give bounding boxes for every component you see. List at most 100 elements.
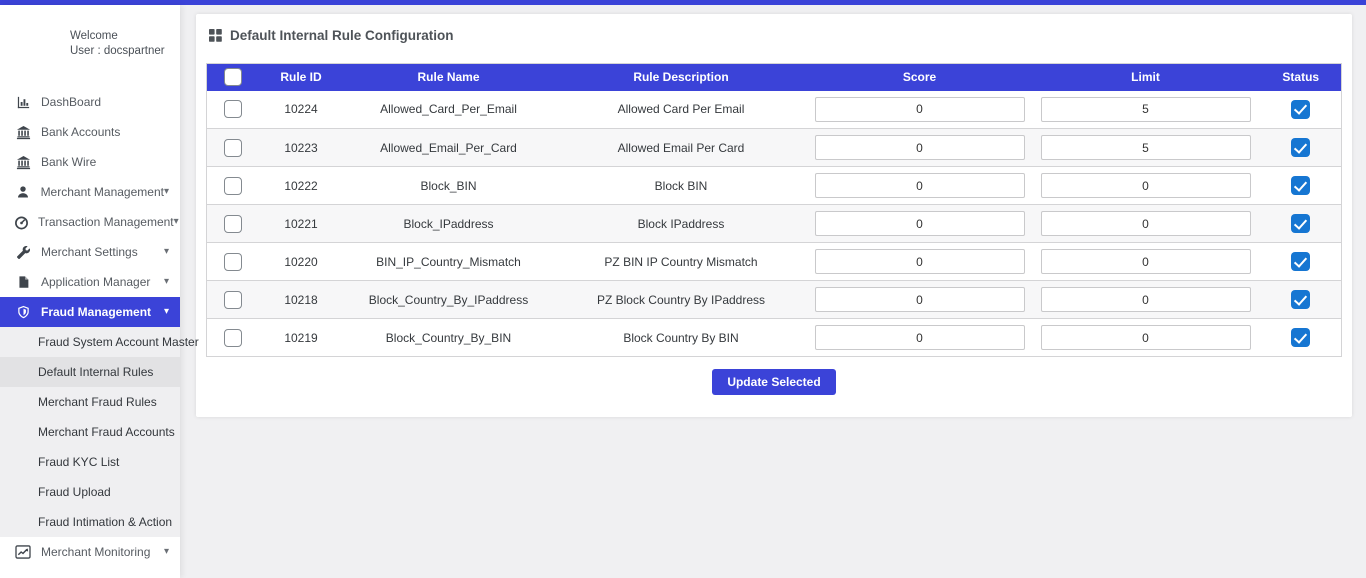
limit-input[interactable] <box>1041 249 1251 274</box>
rules-table: Rule ID Rule Name Rule Description Score… <box>206 63 1342 357</box>
row-select-cell <box>207 281 259 319</box>
rule-id-cell: 10220 <box>259 243 344 281</box>
sidebar-subitem-default-internal-rules[interactable]: Default Internal Rules <box>0 357 180 387</box>
limit-input[interactable] <box>1041 325 1251 350</box>
column-header-rule-description: Rule Description <box>554 64 809 91</box>
row-select-cell <box>207 167 259 205</box>
table-row: 10224 Allowed_Card_Per_Email Allowed Car… <box>207 91 1342 129</box>
status-cell <box>1261 91 1342 129</box>
rule-id-cell: 10221 <box>259 205 344 243</box>
sidebar-item-merchant-monitoring[interactable]: Merchant Monitoring ▾ <box>0 537 180 567</box>
score-input[interactable] <box>815 287 1025 312</box>
status-checkbox[interactable] <box>1291 214 1310 233</box>
sidebar-subitem-fraud-system-account-master[interactable]: Fraud System Account Master <box>0 327 180 357</box>
sidebar-item-label: Bank Accounts <box>41 125 169 139</box>
score-input[interactable] <box>815 325 1025 350</box>
rule-description-cell: Allowed Card Per Email <box>554 91 809 129</box>
row-select-cell <box>207 129 259 167</box>
score-input[interactable] <box>815 97 1025 122</box>
table-row: 10220 BIN_IP_Country_Mismatch PZ BIN IP … <box>207 243 1342 281</box>
chevron-down-icon: ▾ <box>164 187 169 197</box>
column-header-rule-name: Rule Name <box>344 64 554 91</box>
column-header-score: Score <box>809 64 1031 91</box>
limit-input[interactable] <box>1041 97 1251 122</box>
status-checkbox[interactable] <box>1291 252 1310 271</box>
table-row: 10218 Block_Country_By_IPaddress PZ Bloc… <box>207 281 1342 319</box>
sidebar-nav: DashBoard Bank Accounts Bank Wire Mercha… <box>0 87 180 567</box>
bank-icon <box>14 155 32 170</box>
score-input[interactable] <box>815 135 1025 160</box>
limit-cell <box>1031 129 1261 167</box>
limit-cell <box>1031 205 1261 243</box>
rule-description-cell: PZ Block Country By IPaddress <box>554 281 809 319</box>
limit-cell <box>1031 91 1261 129</box>
limit-input[interactable] <box>1041 173 1251 198</box>
row-select-checkbox[interactable] <box>224 253 242 271</box>
row-select-checkbox[interactable] <box>224 329 242 347</box>
page-title-row: Default Internal Rule Configuration <box>209 28 1342 43</box>
row-select-checkbox[interactable] <box>224 100 242 118</box>
column-header-rule-id: Rule ID <box>259 64 344 91</box>
score-input[interactable] <box>815 211 1025 236</box>
sidebar-subitem-fraud-upload[interactable]: Fraud Upload <box>0 477 180 507</box>
row-select-checkbox[interactable] <box>224 291 242 309</box>
chevron-down-icon: ▾ <box>174 217 179 227</box>
status-cell <box>1261 243 1342 281</box>
rule-name-cell: Block_Country_By_BIN <box>344 319 554 357</box>
sidebar-item-merchant-settings[interactable]: Merchant Settings ▾ <box>0 237 180 267</box>
sidebar-item-fraud-management[interactable]: Fraud Management ▾ <box>0 297 180 327</box>
status-cell <box>1261 129 1342 167</box>
row-select-cell <box>207 243 259 281</box>
sidebar-item-bank-wire[interactable]: Bank Wire <box>0 147 180 177</box>
chevron-down-icon: ▾ <box>164 307 169 317</box>
select-all-header-cell <box>207 64 259 91</box>
score-cell <box>809 243 1031 281</box>
sidebar-subitem-fraud-kyc-list[interactable]: Fraud KYC List <box>0 447 180 477</box>
bank-icon <box>14 125 32 140</box>
chevron-down-icon: ▾ <box>164 277 169 287</box>
limit-cell <box>1031 243 1261 281</box>
table-header-row: Rule ID Rule Name Rule Description Score… <box>207 64 1342 91</box>
status-cell <box>1261 205 1342 243</box>
update-selected-button[interactable]: Update Selected <box>712 369 835 395</box>
rule-name-cell: Block_IPaddress <box>344 205 554 243</box>
rule-description-cell: Allowed Email Per Card <box>554 129 809 167</box>
limit-input[interactable] <box>1041 211 1251 236</box>
status-checkbox[interactable] <box>1291 176 1310 195</box>
select-all-checkbox[interactable] <box>224 68 242 86</box>
rule-description-cell: PZ BIN IP Country Mismatch <box>554 243 809 281</box>
limit-cell <box>1031 281 1261 319</box>
status-cell <box>1261 319 1342 357</box>
score-input[interactable] <box>815 173 1025 198</box>
rule-name-cell: Block_BIN <box>344 167 554 205</box>
row-select-checkbox[interactable] <box>224 177 242 195</box>
shield-icon <box>14 305 32 319</box>
status-checkbox[interactable] <box>1291 290 1310 309</box>
sidebar-item-bank-accounts[interactable]: Bank Accounts <box>0 117 180 147</box>
sidebar-subitem-merchant-fraud-rules[interactable]: Merchant Fraud Rules <box>0 387 180 417</box>
sidebar-item-transaction-management[interactable]: Transaction Management ▾ <box>0 207 180 237</box>
sidebar-item-dashboard[interactable]: DashBoard <box>0 87 180 117</box>
sidebar-item-label: Bank Wire <box>41 155 169 169</box>
rule-description-cell: Block Country By BIN <box>554 319 809 357</box>
status-checkbox[interactable] <box>1291 100 1310 119</box>
sidebar-item-merchant-management[interactable]: Merchant Management ▾ <box>0 177 180 207</box>
sidebar-subitem-fraud-intimation-action[interactable]: Fraud Intimation & Action <box>0 507 180 537</box>
status-cell <box>1261 167 1342 205</box>
sidebar-subitem-merchant-fraud-accounts[interactable]: Merchant Fraud Accounts <box>0 417 180 447</box>
row-select-checkbox[interactable] <box>224 139 242 157</box>
wrench-icon <box>14 246 32 259</box>
limit-input[interactable] <box>1041 287 1251 312</box>
status-checkbox[interactable] <box>1291 328 1310 347</box>
row-select-checkbox[interactable] <box>224 215 242 233</box>
status-checkbox[interactable] <box>1291 138 1310 157</box>
limit-input[interactable] <box>1041 135 1251 160</box>
score-input[interactable] <box>815 249 1025 274</box>
table-row: 10219 Block_Country_By_BIN Block Country… <box>207 319 1342 357</box>
sidebar-item-application-manager[interactable]: Application Manager ▾ <box>0 267 180 297</box>
user-icon <box>14 185 32 199</box>
rule-id-cell: 10218 <box>259 281 344 319</box>
rule-name-cell: BIN_IP_Country_Mismatch <box>344 243 554 281</box>
rules-table-body: 10224 Allowed_Card_Per_Email Allowed Car… <box>207 91 1342 357</box>
sidebar-item-label: Fraud Management <box>41 305 164 319</box>
